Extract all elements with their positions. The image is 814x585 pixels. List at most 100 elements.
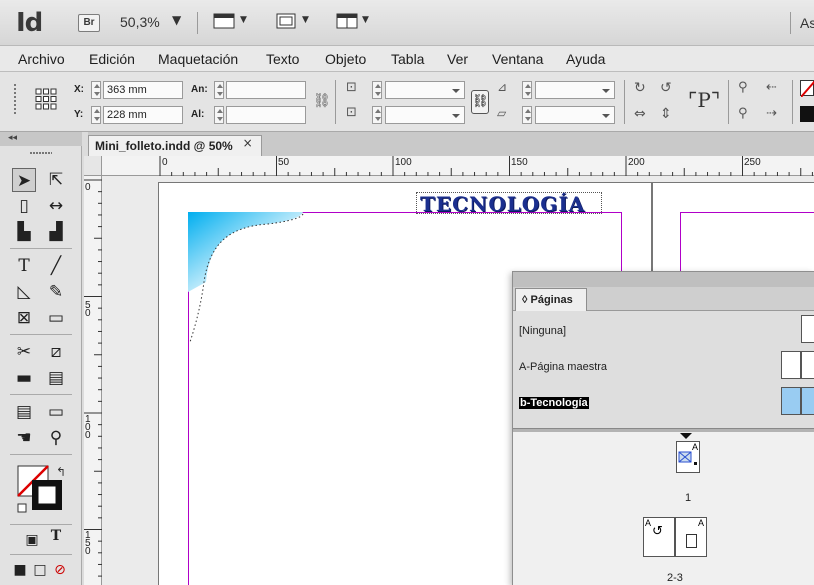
tab-paginas[interactable]: ◊ Páginas [515, 288, 587, 311]
master-label: [Ninguna] [519, 325, 567, 337]
width-stepper[interactable] [214, 81, 224, 99]
page-thumbnail[interactable]: A [676, 441, 700, 473]
scale-x-select[interactable] [385, 81, 465, 99]
y-stepper[interactable] [91, 106, 101, 124]
flip-vertical-icon[interactable]: ⇕ [660, 106, 672, 122]
pencil-tool-icon[interactable]: ✎ [44, 280, 68, 304]
shear-icon[interactable]: ▱ [497, 106, 506, 120]
height-stepper[interactable] [214, 106, 224, 124]
ruler-tick-label: 150 [85, 530, 91, 557]
select-previous-icon[interactable]: ⇠ [766, 80, 777, 95]
master-item-selected[interactable]: b-Tecnología [513, 386, 814, 420]
pages-panel-header[interactable] [513, 272, 814, 287]
page-tool-icon[interactable]: ▯ [12, 194, 36, 218]
master-item[interactable]: A-Página maestra [513, 350, 814, 384]
line-tool-icon[interactable]: ╱ [44, 254, 68, 278]
content-collector-icon[interactable]: ▙ [12, 220, 36, 244]
content-placer-icon[interactable]: ▟ [44, 220, 68, 244]
arrange-documents-icon[interactable] [334, 11, 360, 31]
ruler-tick-label: 200 [628, 157, 645, 168]
view-options-icon[interactable] [212, 11, 238, 31]
fill-stroke-swatch-icon[interactable]: ↰ [16, 464, 72, 518]
menu-ver[interactable]: Ver [447, 51, 468, 67]
scale-y-icon[interactable]: ⊡ [346, 105, 357, 120]
gap-tool-icon[interactable]: ↔ [44, 194, 68, 218]
height-field[interactable] [226, 106, 306, 124]
zoom-level-select[interactable]: 50,3% [120, 14, 160, 30]
direct-selection-tool-icon[interactable]: ⇱ [44, 168, 68, 192]
scissors-tool-icon[interactable]: ✂ [12, 340, 36, 364]
document-tab[interactable]: Mini_folleto.indd @ 50% × [88, 135, 262, 156]
workspace-switcher[interactable]: As [800, 15, 814, 31]
chevron-down-icon[interactable]: ▼ [362, 15, 369, 25]
divider [10, 454, 72, 455]
rotation-stepper[interactable] [522, 81, 532, 99]
bridge-button[interactable]: Br [78, 14, 100, 32]
menu-texto[interactable]: Texto [266, 51, 299, 67]
tools-panel-collapse-icon[interactable]: ◂◂ [0, 132, 82, 146]
free-transform-tool-icon[interactable]: ⧄ [44, 340, 68, 364]
y-position-field[interactable]: 228 mm [103, 106, 183, 124]
menu-archivo[interactable]: Archivo [18, 51, 65, 67]
apply-none-icon[interactable]: ⊘ [48, 558, 72, 582]
flip-horizontal-icon[interactable]: ⇔ [634, 106, 646, 122]
zoom-tool-icon[interactable]: ⚲ [44, 426, 68, 450]
width-field[interactable] [226, 81, 306, 99]
gradient-feather-tool-icon[interactable]: ▤ [44, 366, 68, 390]
chevron-down-icon[interactable]: ▼ [302, 15, 309, 25]
close-icon[interactable]: × [243, 136, 253, 150]
menu-ayuda[interactable]: Ayuda [566, 51, 605, 67]
stroke-swatch[interactable] [800, 106, 814, 122]
app-bar: Id Br 50,3% ▼ ▼ ▼ ▼ As [0, 0, 814, 46]
scale-y-select[interactable] [385, 106, 465, 124]
page-thumbnail[interactable]: A [675, 517, 707, 557]
menu-ventana[interactable]: Ventana [492, 51, 543, 67]
horizontal-ruler[interactable]: 0 50 100 150 200 250 [84, 156, 814, 176]
measure-tool-icon[interactable]: ▭ [44, 400, 68, 424]
scale-x-icon[interactable]: ⊡ [346, 80, 357, 95]
shear-select[interactable] [535, 106, 615, 124]
select-next-icon[interactable]: ⇢ [766, 106, 777, 121]
formatting-container-icon[interactable]: ▣ [20, 528, 44, 552]
rotation-icon[interactable]: ⊿ [497, 80, 507, 94]
rotate-clockwise-icon[interactable]: ↻ [634, 80, 646, 96]
vertical-ruler[interactable]: 0 50 100 150 [84, 176, 102, 585]
menu-maquetacion[interactable]: Maquetación [158, 51, 238, 67]
scale-y-stepper[interactable] [372, 106, 382, 124]
screen-mode-icon[interactable] [274, 11, 300, 31]
rectangle-frame-tool-icon[interactable]: ⊠ [12, 306, 36, 330]
note-tool-icon[interactable]: ▤ [12, 400, 36, 424]
gradient-swatch-tool-icon[interactable]: ▬ [12, 366, 36, 390]
gradient-shape[interactable] [188, 212, 318, 342]
constrain-scale-button[interactable]: ⛓ [471, 90, 489, 114]
x-stepper[interactable] [91, 81, 101, 99]
constrain-proportions-icon[interactable]: ⛓ [313, 93, 331, 109]
chevron-down-icon[interactable]: ▼ [240, 15, 247, 25]
formatting-text-icon[interactable]: T [44, 528, 68, 552]
shear-stepper[interactable] [522, 106, 532, 124]
chevron-down-icon[interactable]: ▼ [172, 13, 181, 27]
hand-tool-icon[interactable]: ☚ [12, 426, 36, 450]
page-thumbnail[interactable]: A ↺ [643, 517, 675, 557]
x-position-field[interactable]: 363 mm [103, 81, 183, 99]
menu-tabla[interactable]: Tabla [391, 51, 424, 67]
menu-objeto[interactable]: Objeto [325, 51, 366, 67]
panel-grip[interactable] [14, 84, 16, 114]
ruler-tick-label: 50 [85, 300, 91, 319]
fill-swatch[interactable] [800, 80, 814, 98]
tools-grip[interactable] [30, 152, 52, 154]
rotation-select[interactable] [535, 81, 615, 99]
reference-point-icon[interactable] [34, 87, 58, 111]
select-content-icon[interactable]: ⚲ [738, 106, 748, 121]
rotate-counterclockwise-icon[interactable]: ↺ [660, 80, 672, 96]
page-heading[interactable]: TECNOLOGÍA [420, 192, 585, 216]
ruler-origin[interactable] [84, 156, 102, 176]
master-item[interactable]: [Ninguna] [513, 314, 814, 348]
pen-tool-icon[interactable]: ◺ [12, 280, 36, 304]
scale-x-stepper[interactable] [372, 81, 382, 99]
type-tool-icon[interactable]: T [12, 254, 36, 278]
rectangle-tool-icon[interactable]: ▭ [44, 306, 68, 330]
select-container-icon[interactable]: ⚲ [738, 80, 748, 95]
selection-tool-icon[interactable]: ➤ [12, 168, 36, 192]
menu-edicion[interactable]: Edición [89, 51, 135, 67]
